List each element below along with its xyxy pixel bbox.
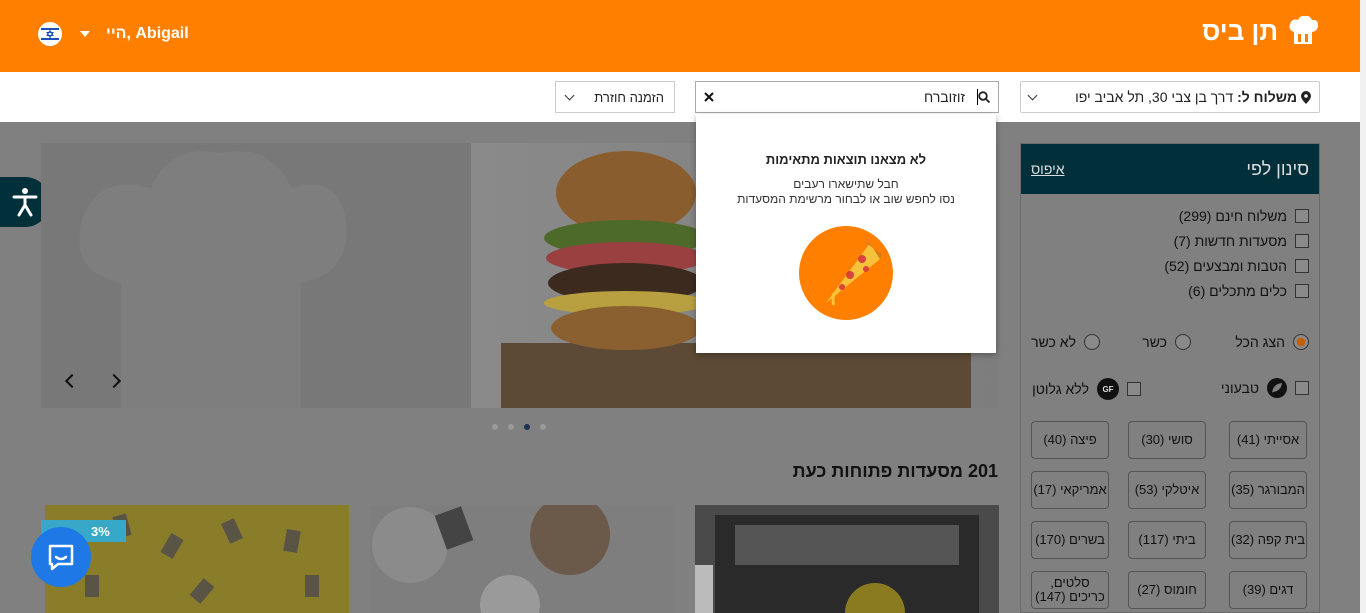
reorder-select[interactable]: הזמנה חוזרת <box>555 81 675 113</box>
checkbox-label: מסעדות חדשות (7) <box>1173 233 1287 249</box>
chevron-down-icon <box>564 90 575 100</box>
checkbox-label: משלוח חינם (299) <box>1178 208 1287 224</box>
carousel-dot[interactable] <box>492 424 498 430</box>
category-tag[interactable]: המבורגר (35) <box>1229 471 1307 509</box>
gluten-free-label: ללא גלוטן <box>1032 381 1089 397</box>
search-results-dropdown: לא מצאנו תוצאות מתאימות חבל שתישארו רעבי… <box>696 114 996 353</box>
carousel-dot[interactable] <box>540 424 546 430</box>
carousel-dot[interactable] <box>508 424 514 430</box>
chevron-down-icon <box>1027 90 1038 100</box>
location-pin-icon <box>1301 90 1311 104</box>
checkbox[interactable] <box>1295 259 1309 273</box>
israel-flag-icon[interactable] <box>38 22 62 46</box>
checkbox[interactable] <box>1127 382 1141 396</box>
radio[interactable] <box>1084 334 1100 350</box>
vegan-label: טבעוני <box>1220 380 1259 396</box>
category-tag[interactable]: דגים (39) <box>1229 571 1307 609</box>
user-greeting[interactable]: היי, Abigail <box>106 25 189 43</box>
radio[interactable] <box>1175 334 1191 350</box>
no-results-title: לא מצאנו תוצאות מתאימות <box>765 152 927 167</box>
radio-selected[interactable] <box>1293 334 1309 350</box>
category-tag[interactable]: ביתי (117) <box>1128 521 1206 559</box>
no-results-line-1: חבל שתישארו רעבים <box>793 177 899 191</box>
radio-label: כשר <box>1142 334 1167 350</box>
brand-name: תן ביס <box>1202 15 1278 46</box>
address-value: דרך בן צבי 30, תל אביב יפו <box>1075 89 1234 105</box>
checkbox[interactable] <box>1295 234 1309 248</box>
category-tag[interactable]: בית קפה (32) <box>1229 521 1307 559</box>
filter-checkbox-disposables[interactable]: כלים מתכלים (6) <box>1188 283 1309 299</box>
user-menu[interactable]: היי, Abigail <box>38 22 189 46</box>
kosher-radio-not-kosher[interactable]: לא כשר <box>1031 334 1100 350</box>
accessibility-icon <box>12 188 38 217</box>
scrollbar-track[interactable] <box>1360 0 1366 613</box>
user-menu-caret-icon[interactable] <box>80 31 90 37</box>
radio-label: הצג הכל <box>1235 334 1285 350</box>
category-tag[interactable]: אסייתי (41) <box>1229 421 1307 459</box>
filter-checkbox-free-delivery[interactable]: משלוח חינם (299) <box>1179 208 1309 224</box>
filter-vegan[interactable]: טבעוני <box>1221 378 1309 398</box>
address-label: משלוח ל: <box>1237 89 1297 105</box>
gluten-free-icon: GF <box>1097 378 1119 400</box>
category-tag[interactable]: אמריקאי (17) <box>1031 471 1109 509</box>
reorder-label: הזמנה חוזרת <box>594 89 664 105</box>
chat-bubble-icon <box>48 544 74 571</box>
filter-checkbox-new[interactable]: מסעדות חדשות (7) <box>1174 233 1309 249</box>
carousel-dots <box>492 424 546 430</box>
filter-gluten-free[interactable]: GF ללא גלוטן <box>1032 378 1141 400</box>
carousel-dot-active[interactable] <box>524 424 530 430</box>
filter-title: סינון לפי <box>1246 158 1309 179</box>
search-icon[interactable] <box>978 91 990 103</box>
search-input[interactable]: זוזוברח <box>840 89 978 105</box>
filter-checkbox-deals[interactable]: הטבות ומבצעים (52) <box>1164 258 1309 274</box>
category-tag[interactable]: חומוס (27) <box>1128 571 1206 609</box>
chat-button[interactable] <box>31 527 91 587</box>
chef-hat-icon <box>1289 15 1318 45</box>
address-text: משלוח ל: דרך בן צבי 30, תל אביב יפו <box>1075 89 1311 105</box>
clear-search-icon[interactable] <box>704 92 714 102</box>
category-tag[interactable]: בשרים (170) <box>1031 521 1109 559</box>
checkbox-label: הטבות ומבצעים (52) <box>1164 258 1287 274</box>
category-tag[interactable]: פיצה (40) <box>1031 421 1109 459</box>
filter-header: סינון לפי איפוס <box>1021 144 1319 194</box>
kosher-radio-all[interactable]: הצג הכל <box>1235 334 1309 350</box>
top-bar: תן ביס היי, Abigail <box>0 0 1366 72</box>
carousel-logo-panel <box>41 143 471 408</box>
category-tag[interactable]: איטלקי (53) <box>1128 471 1206 509</box>
radio-label: לא כשר <box>1031 334 1076 350</box>
category-tag[interactable]: סלטים, כריכים (147) <box>1031 571 1109 609</box>
checkbox[interactable] <box>1295 284 1309 298</box>
delivery-address-select[interactable]: משלוח ל: דרך בן צבי 30, תל אביב יפו <box>1020 81 1320 113</box>
no-results-line-2: נסו לחפש שוב או לבחור מרשימת המסעדות <box>737 192 955 206</box>
pizza-slice-icon <box>799 226 893 320</box>
discount-badge-text: 3% <box>91 523 110 539</box>
brand-logo[interactable]: תן ביס <box>1202 14 1320 48</box>
checkbox[interactable] <box>1295 209 1309 223</box>
leaf-icon <box>1267 378 1287 398</box>
restaurant-card[interactable] <box>695 505 999 613</box>
search-box[interactable]: זוזוברח <box>695 81 999 113</box>
open-restaurants-title: 201 מסעדות פתוחות כעת <box>792 461 998 481</box>
watermark-hat-icon <box>79 151 347 408</box>
restaurant-card[interactable] <box>370 505 674 613</box>
kosher-radio-kosher[interactable]: כשר <box>1142 334 1191 350</box>
reset-filters-link[interactable]: איפוס <box>1031 161 1065 177</box>
checkbox-label: כלים מתכלים (6) <box>1188 283 1287 299</box>
category-tag[interactable]: סושי (30) <box>1128 421 1206 459</box>
checkbox[interactable] <box>1295 381 1309 395</box>
